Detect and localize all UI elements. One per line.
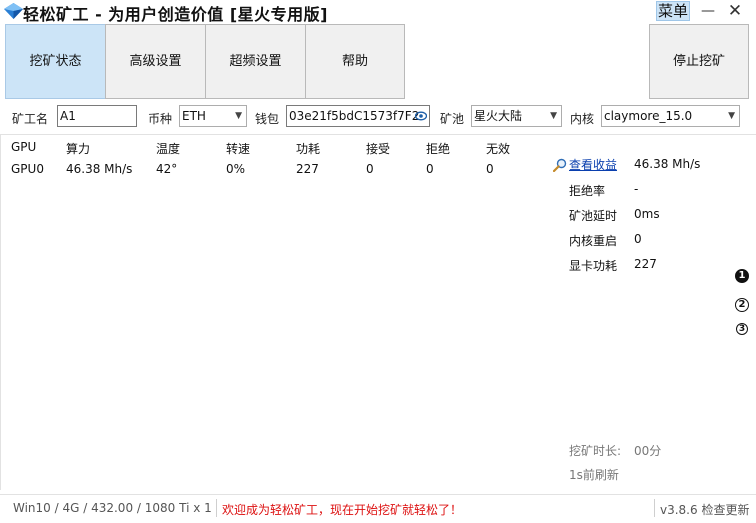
pool-select[interactable]: 星火大陆 ▼ (471, 105, 562, 127)
hashrate-cell: 46.38 Mh/s (66, 162, 133, 176)
column-header-hashrate: 算力 (66, 142, 91, 156)
version-check-update-link[interactable]: v3.8.6 检查更新 (660, 501, 749, 518)
system-info: Win10 / 4G / 432.00 / 1080 Ti x 1 (13, 501, 212, 515)
kernel-label: 内核 (570, 112, 595, 126)
left-border (0, 135, 1, 490)
column-header-invalid: 无效 (486, 142, 511, 156)
app-logo-icon (4, 3, 23, 19)
gpu-power-value: 227 (634, 257, 657, 271)
view-earnings-link[interactable]: 查看收益 (569, 156, 617, 173)
section-divider (0, 134, 756, 135)
status-bar: Win10 / 4G / 432.00 / 1080 Ti x 1 欢迎成为轻松… (0, 494, 756, 523)
column-header-rejected: 拒绝 (426, 142, 451, 156)
kernel-restart-value: 0 (634, 232, 642, 246)
stop-mining-button[interactable]: 停止挖矿 (649, 24, 749, 99)
eye-icon[interactable] (415, 110, 427, 122)
tab-overclock-settings[interactable]: 超频设置 (205, 24, 306, 99)
kernel-restart-label: 内核重启 (569, 234, 618, 248)
column-header-power: 功耗 (296, 142, 321, 156)
chevron-down-icon: ▼ (550, 111, 557, 121)
runtime-value: 00分 (634, 444, 662, 458)
coin-select[interactable]: ETH ▼ (179, 105, 247, 127)
wallet-label: 钱包 (255, 112, 280, 126)
title-bar: 轻松矿工 - 为用户创造价值 [星火专用版] 菜单 — ✕ (0, 0, 756, 24)
tab-advanced-settings[interactable]: 高级设置 (105, 24, 206, 99)
column-header-gpu: GPU (11, 140, 37, 154)
kernel-select-value: claymore_15.0 (604, 109, 693, 123)
fan-speed-cell: 0% (226, 162, 246, 176)
reject-rate-label: 拒绝率 (569, 184, 606, 198)
worker-label: 矿工名 (12, 112, 49, 126)
wallet-input[interactable]: 03e21f5bdC1573f7F2 (286, 105, 430, 127)
column-header-accepted: 接受 (366, 142, 391, 156)
minimize-button[interactable]: — (699, 1, 717, 21)
gpu-name-cell: GPU0 (11, 162, 44, 176)
temperature-cell: 42° (156, 162, 178, 176)
column-header-temperature: 温度 (156, 142, 181, 156)
gpu-power-label: 显卡功耗 (569, 259, 618, 273)
welcome-message: 欢迎成为轻松矿工，现在开始挖矿就轻松了！ (222, 503, 463, 517)
page-indicator-2[interactable]: 2 (735, 298, 749, 312)
refresh-status: 1s前刷新 (569, 468, 619, 482)
wallet-value: 03e21f5bdC1573f7F2 (289, 109, 420, 123)
status-separator (654, 499, 655, 517)
pool-label: 矿池 (440, 112, 465, 126)
pool-select-value: 星火大陆 (474, 109, 523, 123)
worker-name-input[interactable]: A1 (57, 105, 137, 127)
chevron-down-icon: ▼ (235, 111, 242, 121)
reject-rate-value: - (634, 182, 639, 196)
invalid-cell: 0 (486, 162, 494, 176)
rejected-cell: 0 (426, 162, 434, 176)
column-header-fan-speed: 转速 (226, 142, 251, 156)
tab-mining-status[interactable]: 挖矿状态 (5, 24, 106, 99)
status-separator (216, 499, 217, 517)
pool-latency-label: 矿池延时 (569, 209, 618, 223)
page-indicator-3[interactable]: 3 (736, 323, 748, 335)
app-title: 轻松矿工 - 为用户创造价值 [星火专用版] (23, 5, 328, 24)
tab-help[interactable]: 帮助 (305, 24, 405, 99)
menu-button[interactable]: 菜单 (656, 1, 690, 21)
accepted-cell: 0 (366, 162, 374, 176)
kernel-select[interactable]: claymore_15.0 ▼ (601, 105, 740, 127)
close-button[interactable]: ✕ (724, 0, 746, 22)
coin-label: 币种 (148, 112, 173, 126)
chevron-down-icon: ▼ (728, 111, 735, 121)
pool-latency-value: 0ms (634, 207, 660, 221)
power-cell: 227 (296, 162, 319, 176)
coin-select-value: ETH (182, 109, 206, 123)
runtime-label: 挖矿时长: (569, 444, 622, 458)
page-indicator-1[interactable]: 1 (735, 269, 749, 283)
total-hashrate-value: 46.38 Mh/s (634, 157, 701, 171)
search-icon[interactable] (553, 158, 567, 172)
